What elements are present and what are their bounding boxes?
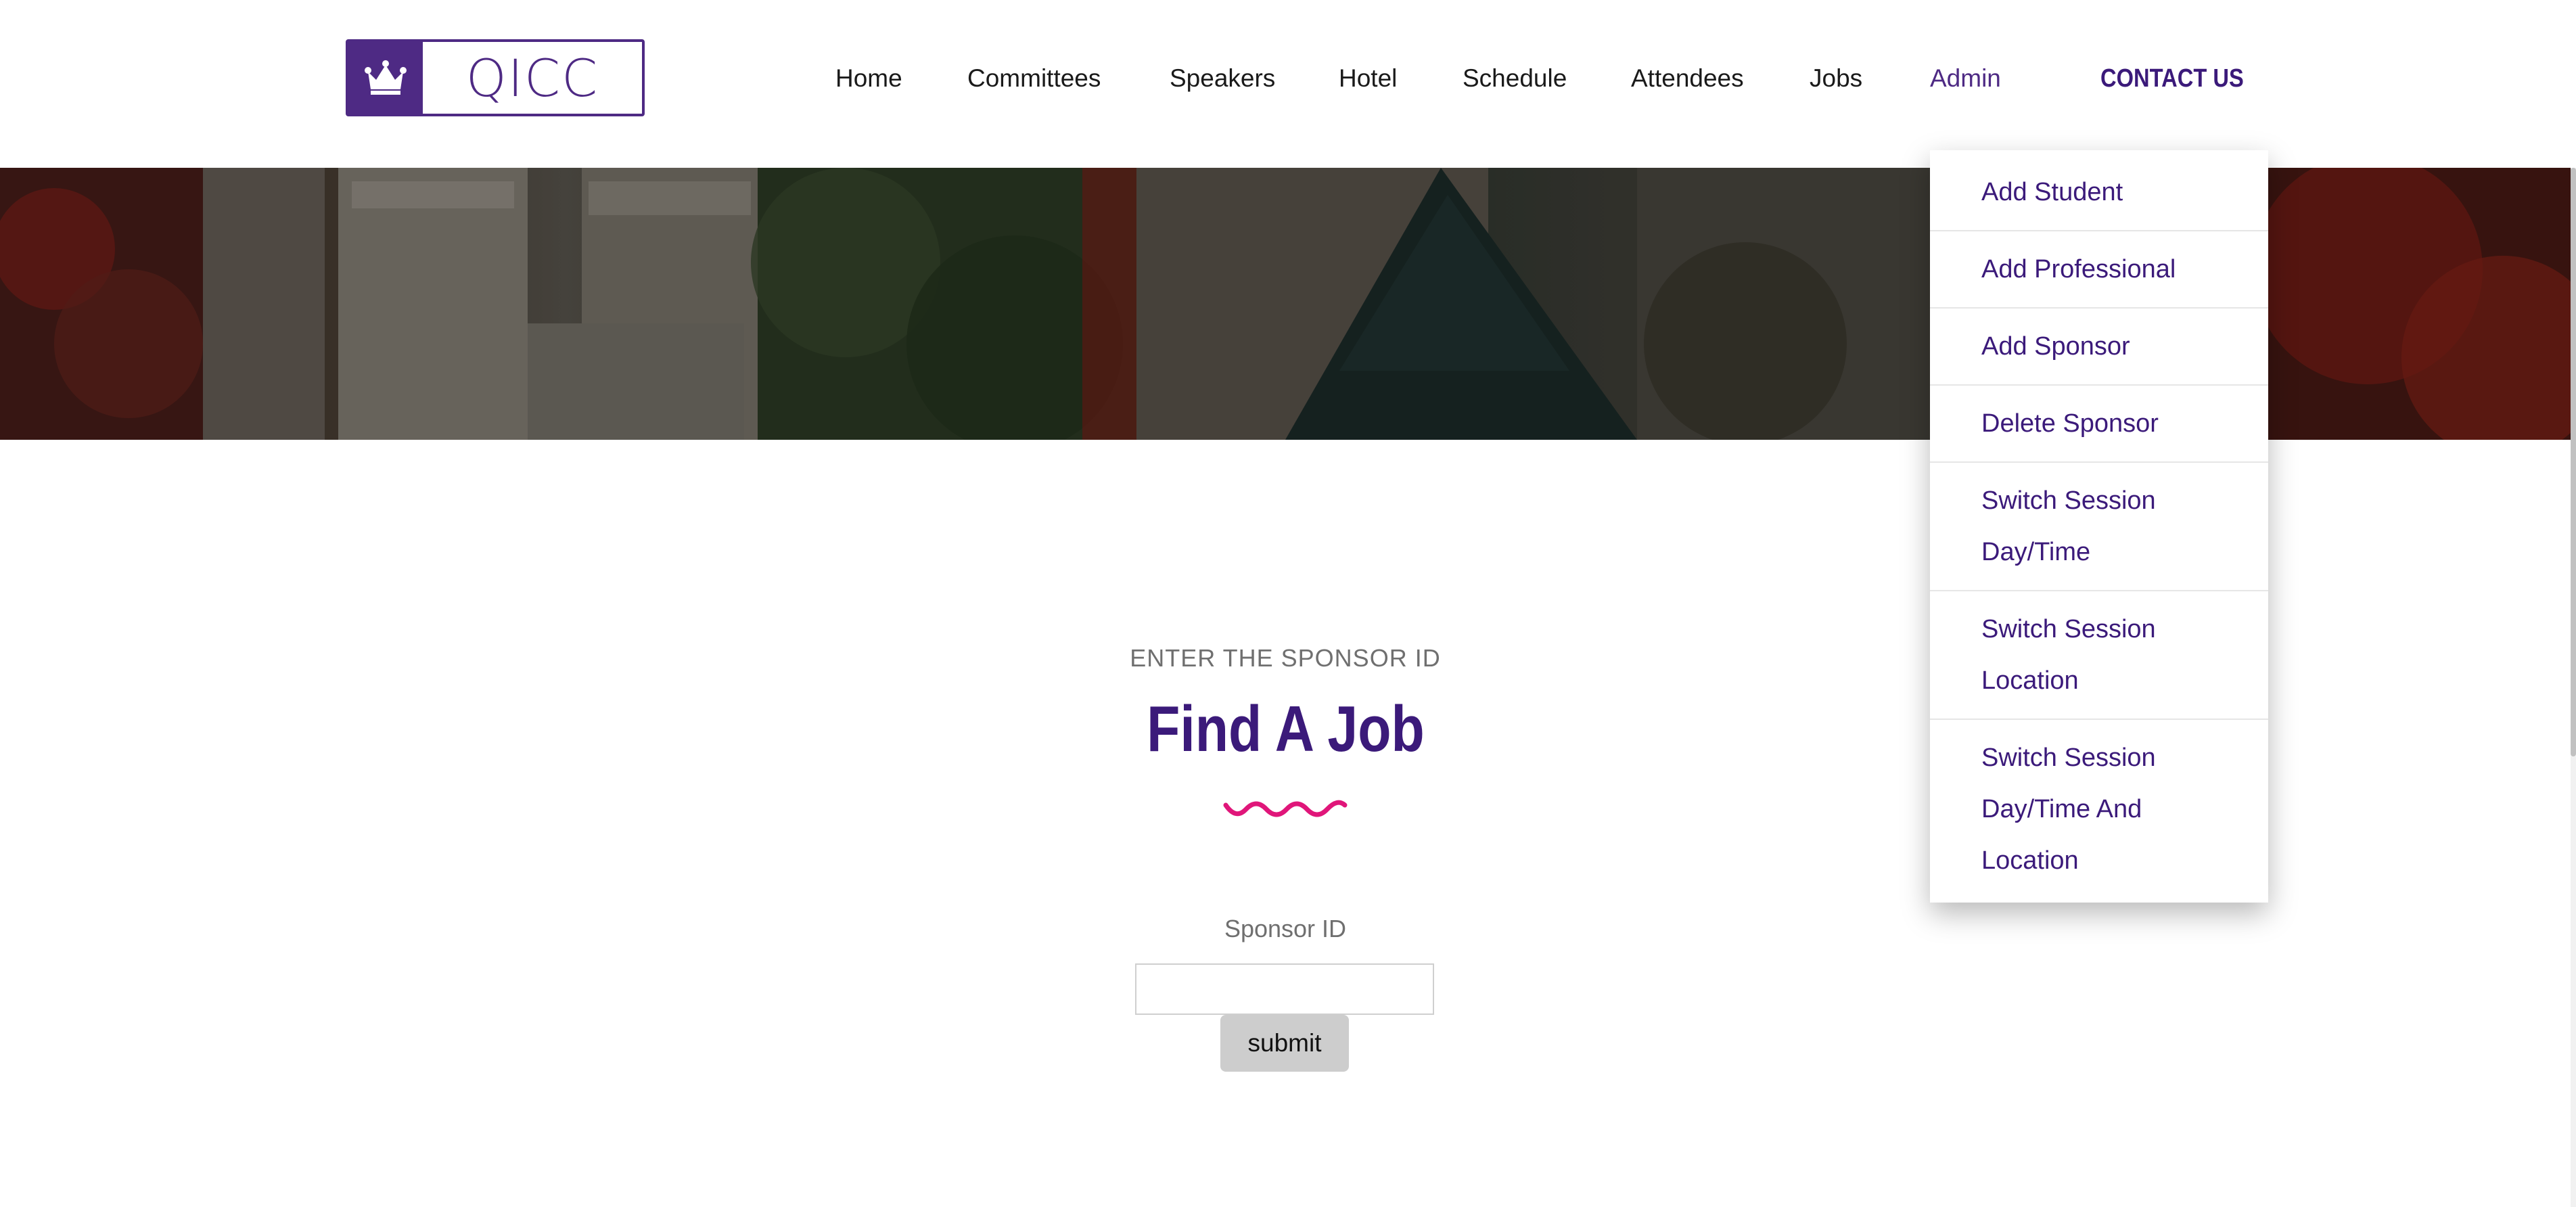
menu-item-switch-session-daytime-location[interactable]: Switch Session Day/Time And Location	[1930, 720, 2268, 898]
admin-dropdown-menu: Add Student Add Professional Add Sponsor…	[1930, 150, 2268, 903]
contact-us-link[interactable]: CONTACT US	[2100, 60, 2244, 97]
crown-icon	[348, 42, 423, 114]
menu-item-add-student[interactable]: Add Student	[1930, 154, 2268, 231]
page-title-text: Find A Job	[1146, 693, 1425, 765]
squiggle-divider-icon	[1223, 800, 1348, 817]
nav-schedule[interactable]: Schedule	[1463, 60, 1567, 97]
nav-home[interactable]: Home	[835, 60, 902, 97]
menu-item-add-professional[interactable]: Add Professional	[1930, 231, 2268, 309]
nav-speakers[interactable]: Speakers	[1170, 60, 1275, 97]
page: QICC Home Committees Speakers Hotel Sche…	[0, 0, 2576, 1207]
logo-text: QICC	[465, 47, 599, 108]
sponsor-id-label: Sponsor ID	[1224, 915, 1347, 942]
page-scrollbar-thumb[interactable]	[2571, 168, 2576, 756]
nav-committees[interactable]: Committees	[967, 60, 1101, 97]
menu-item-switch-session-daytime[interactable]: Switch Session Day/Time	[1930, 463, 2268, 591]
menu-item-add-sponsor[interactable]: Add Sponsor	[1930, 309, 2268, 386]
nav-jobs[interactable]: Jobs	[1810, 60, 1862, 97]
nav-hotel[interactable]: Hotel	[1339, 60, 1397, 97]
site-header: QICC Home Committees Speakers Hotel Sche…	[0, 0, 2576, 168]
site-logo[interactable]: QICC	[346, 39, 645, 116]
nav-admin[interactable]: Admin	[1930, 60, 2001, 97]
menu-item-delete-sponsor[interactable]: Delete Sponsor	[1930, 386, 2268, 463]
menu-item-switch-session-location[interactable]: Switch Session Location	[1930, 591, 2268, 720]
submit-button[interactable]: submit	[1220, 1015, 1349, 1072]
sponsor-id-input[interactable]	[1135, 963, 1434, 1015]
nav-attendees[interactable]: Attendees	[1631, 60, 1744, 97]
